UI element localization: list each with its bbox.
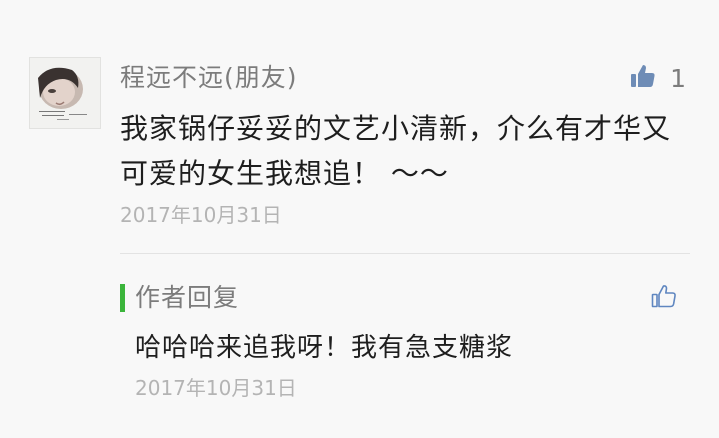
comment-item: 程远不远(朋友) 1 我家锅仔妥妥的文艺小清新，介么有才华又可爱的女生我想追！ … xyxy=(0,0,719,438)
avatar-image xyxy=(30,58,100,128)
like-button[interactable]: 1 xyxy=(630,60,686,96)
avatar[interactable] xyxy=(29,57,101,129)
comment-content: 我家锅仔妥妥的文艺小清新，介么有才华又可爱的女生我想追！ ～～ xyxy=(120,112,672,190)
reply-like-button[interactable] xyxy=(651,280,677,316)
reply-content: 哈哈哈来追我呀！我有急支糖浆 xyxy=(135,333,514,363)
reply-date: 2017年10月31日 xyxy=(135,376,297,400)
comment-author[interactable]: 程远不远(朋友) xyxy=(120,60,298,96)
comment-date: 2017年10月31日 xyxy=(120,203,282,227)
thumbs-up-outline-icon xyxy=(651,283,677,313)
divider xyxy=(120,253,690,254)
reply-label: 作者回复 xyxy=(135,283,240,312)
thumbs-up-filled-icon xyxy=(630,63,656,93)
like-count: 1 xyxy=(670,63,686,93)
reply-accent-bar xyxy=(120,284,125,312)
